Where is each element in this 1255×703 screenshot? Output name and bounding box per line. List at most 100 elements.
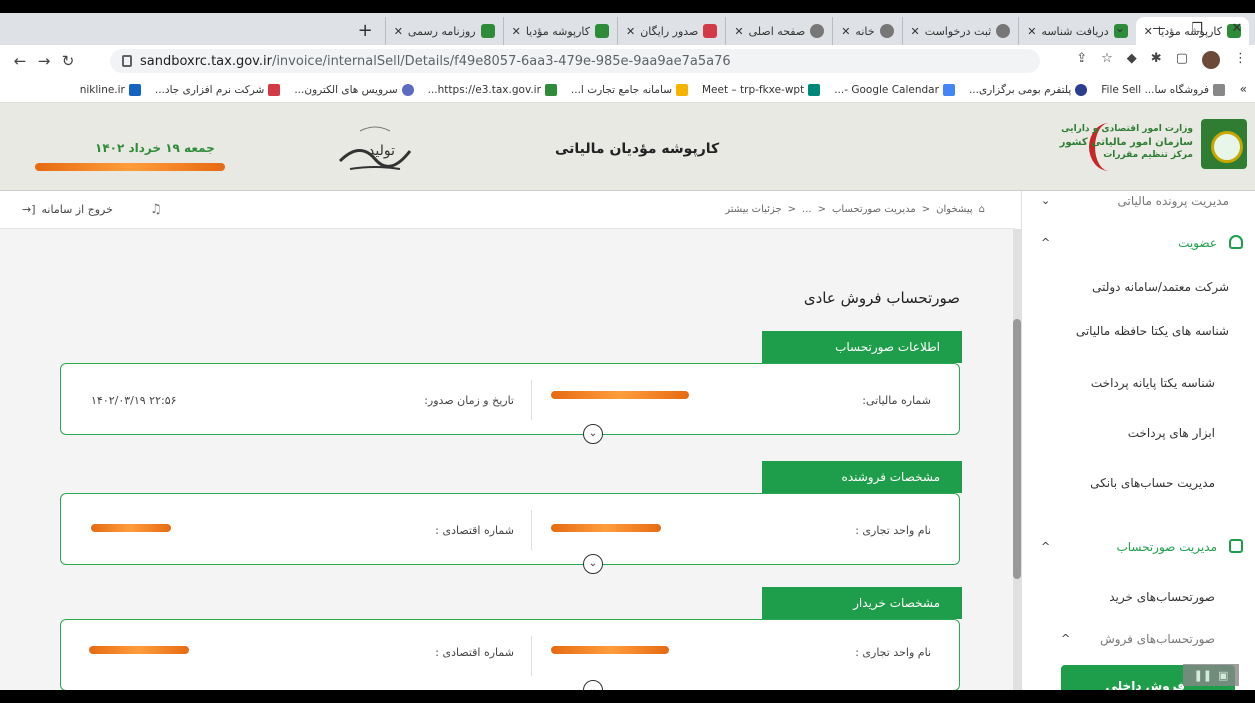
puzzle-icon[interactable]: ✱ <box>1151 51 1162 69</box>
avatar[interactable] <box>1202 51 1220 69</box>
tab-favicon <box>480 24 495 38</box>
logout-icon: [→ <box>22 203 36 216</box>
browser-window: کارپوشه مؤدیا ✕ دریافت شناسه ✕ ثبت درخواست… <box>0 13 1255 690</box>
redacted-value <box>551 646 669 654</box>
sidebar-item[interactable]: شناسه یکتا پایانه پرداخت <box>1021 361 1255 405</box>
pause-icon[interactable]: ❚❚ <box>1194 669 1212 682</box>
browser-tab[interactable]: صفحه اصلی ✕ <box>725 17 832 45</box>
breadcrumb-item[interactable]: مدیریت صورتحساب <box>832 204 916 215</box>
new-tab-icon[interactable]: + <box>346 17 385 45</box>
bookmark-item[interactable]: سامانه جامع تجارت ا... <box>571 83 688 96</box>
sidebar-item-tax-file[interactable]: مدیریت پرونده مالیاتی ⌄ <box>1021 179 1255 223</box>
buyer-info-card: نام واحد تجاری : شماره اقتصادی : ⌄ <box>60 619 960 690</box>
bookmark-item[interactable]: https://e3.tax.gov.ir... <box>428 83 557 96</box>
site-title: کارپوشه مؤدیان مالیاتی <box>555 141 720 157</box>
breadcrumb-item[interactable]: ... <box>802 204 812 215</box>
redacted-value <box>551 391 689 399</box>
document-icon <box>1229 539 1243 553</box>
logout-button[interactable]: خروج از سامانه [→ <box>22 203 113 216</box>
menu-icon[interactable]: ⋮ <box>1234 51 1247 69</box>
sidebar-item[interactable]: مدیریت حساب‌های بانکی <box>1021 461 1255 505</box>
bookmark-icon <box>544 83 557 96</box>
forward-icon[interactable]: → <box>32 52 56 70</box>
extension-icon[interactable]: ◆ <box>1127 51 1137 69</box>
bookmark-item[interactable]: Google Calendar -... <box>834 83 955 96</box>
browser-tab[interactable]: ثبت درخواست ✕ <box>901 17 1019 45</box>
close-icon[interactable]: ✕ <box>911 25 920 38</box>
calendar-icon <box>942 83 955 96</box>
chevron-up-icon: ^ <box>1061 632 1071 645</box>
sidebar-item-purchase-invoices[interactable]: صورتحساب‌های خرید <box>1021 575 1255 619</box>
browser-tab[interactable]: صدور رایگان ✕ <box>616 17 725 45</box>
sidebar-item[interactable]: ابزار های پرداخت <box>1021 411 1255 455</box>
minimize-icon[interactable]: — <box>1147 19 1171 39</box>
bookmark-icon <box>1213 83 1225 96</box>
close-icon[interactable]: ✕ <box>841 25 850 38</box>
chevron-up-icon: ^ <box>1041 236 1051 249</box>
expand-chevron-icon[interactable]: ⌄ <box>583 424 603 444</box>
tab-favicon <box>996 24 1011 38</box>
tab-strip: کارپوشه مؤدیا ✕ دریافت شناسه ✕ ثبت درخواست… <box>0 13 1255 45</box>
top-bar: خروج از سامانه [→ ♫ ⌂ پیشخوان < مدیریت صو… <box>0 191 1015 229</box>
chevron-up-icon: ^ <box>1041 540 1051 553</box>
video-overlay-controls[interactable]: ❚❚ ▣ <box>1183 664 1239 686</box>
scrollbar-thumb[interactable] <box>1013 319 1021 579</box>
date-label: جمعه ۱۹ خرداد ۱۴۰۲ <box>95 141 215 155</box>
scrollbar[interactable] <box>1013 229 1021 690</box>
close-icon[interactable]: ✕ <box>734 25 743 38</box>
breadcrumb-item[interactable]: پیشخوان <box>936 204 972 215</box>
back-icon[interactable]: ← <box>8 52 32 70</box>
bookmark-icon <box>676 83 688 96</box>
browser-tab[interactable]: روزنامه رسمی ✕ <box>384 17 503 45</box>
breadcrumb-item: جزئیات بیشتر <box>725 204 782 215</box>
section-label-seller: مشخصات فروشنده <box>762 461 962 493</box>
sidebar-item[interactable]: شناسه های یکتا حافظه مالیاتی <box>1021 309 1255 353</box>
bookmark-item[interactable]: nikline.ir <box>80 83 141 96</box>
redacted-username <box>35 163 225 171</box>
chevron-down-icon[interactable]: ⌄ <box>1108 19 1132 39</box>
bookmark-item[interactable]: Meet – trp-fkxe-wpt <box>702 83 821 96</box>
sidebar-item-sales-invoices[interactable]: صورتحساب‌های فروش ^ <box>1021 617 1255 661</box>
close-window-icon[interactable]: ✕ <box>1225 19 1249 39</box>
tab-favicon <box>703 24 718 38</box>
redacted-value <box>551 524 661 532</box>
more-bookmarks-icon[interactable]: » <box>1240 82 1247 96</box>
tab-favicon <box>879 24 894 38</box>
bookmark-icon <box>401 83 414 96</box>
bell-icon[interactable]: ♫ <box>150 202 162 217</box>
sidebar-item[interactable]: شرکت معتمد/سامانه دولتی <box>1021 265 1255 309</box>
close-icon[interactable]: ✕ <box>626 25 635 38</box>
chevron-down-icon: ⌄ <box>1041 194 1051 207</box>
bookmark-item[interactable]: فروشگاه سا... File Sell <box>1101 83 1225 96</box>
browser-tab[interactable]: کارپوشه مؤدیا ✕ <box>502 17 617 45</box>
sidepanel-icon[interactable]: ▢ <box>1176 51 1188 69</box>
share-icon[interactable]: ⇪ <box>1076 51 1087 69</box>
browser-tab[interactable]: خانه ✕ <box>832 17 901 45</box>
meet-icon <box>808 83 821 96</box>
screen-icon[interactable]: ▣ <box>1218 669 1228 682</box>
sidebar-group-membership[interactable]: عضویت ^ <box>1021 221 1255 265</box>
section-label-buyer: مشخصات خریدار <box>762 587 962 619</box>
star-icon[interactable]: ☆ <box>1101 51 1113 69</box>
bookmark-item[interactable]: شرکت نرم افزاری جاد... <box>155 83 281 96</box>
section-label-invoice: اطلاعات صورتحساب <box>762 331 962 363</box>
home-icon: ⌂ <box>978 204 985 215</box>
close-icon[interactable]: ✕ <box>1027 25 1036 38</box>
sidebar-group-invoice-management[interactable]: مدیریت صورتحساب ^ <box>1021 525 1255 569</box>
bookmarks-bar: فروشگاه سا... File Sell پلتفرم بومی برگز… <box>0 77 1255 103</box>
expand-chevron-icon[interactable]: ⌄ <box>583 554 603 574</box>
address-bar[interactable]: sandboxrc.tax.gov.ir/invoice/internalSel… <box>110 49 1040 73</box>
breadcrumb: ⌂ پیشخوان < مدیریت صورتحساب < ... < جزئی… <box>725 204 985 215</box>
page-title: صورتحساب فروش عادی <box>803 289 960 307</box>
bookmark-item[interactable]: سرویس های الکترون... <box>294 83 414 96</box>
lock-icon <box>122 55 132 67</box>
seller-info-card: نام واحد تجاری : شماره اقتصادی : ⌄ <box>60 493 960 574</box>
reload-icon[interactable]: ↻ <box>56 52 80 70</box>
user-icon <box>1229 235 1243 249</box>
bookmark-item[interactable]: پلتفرم بومی برگزاری... <box>969 83 1088 96</box>
redacted-value <box>89 646 189 654</box>
close-icon[interactable]: ✕ <box>512 25 521 38</box>
maximize-icon[interactable]: ❐ <box>1185 19 1209 39</box>
close-icon[interactable]: ✕ <box>394 25 403 38</box>
expand-chevron-icon[interactable]: ⌄ <box>583 680 603 690</box>
